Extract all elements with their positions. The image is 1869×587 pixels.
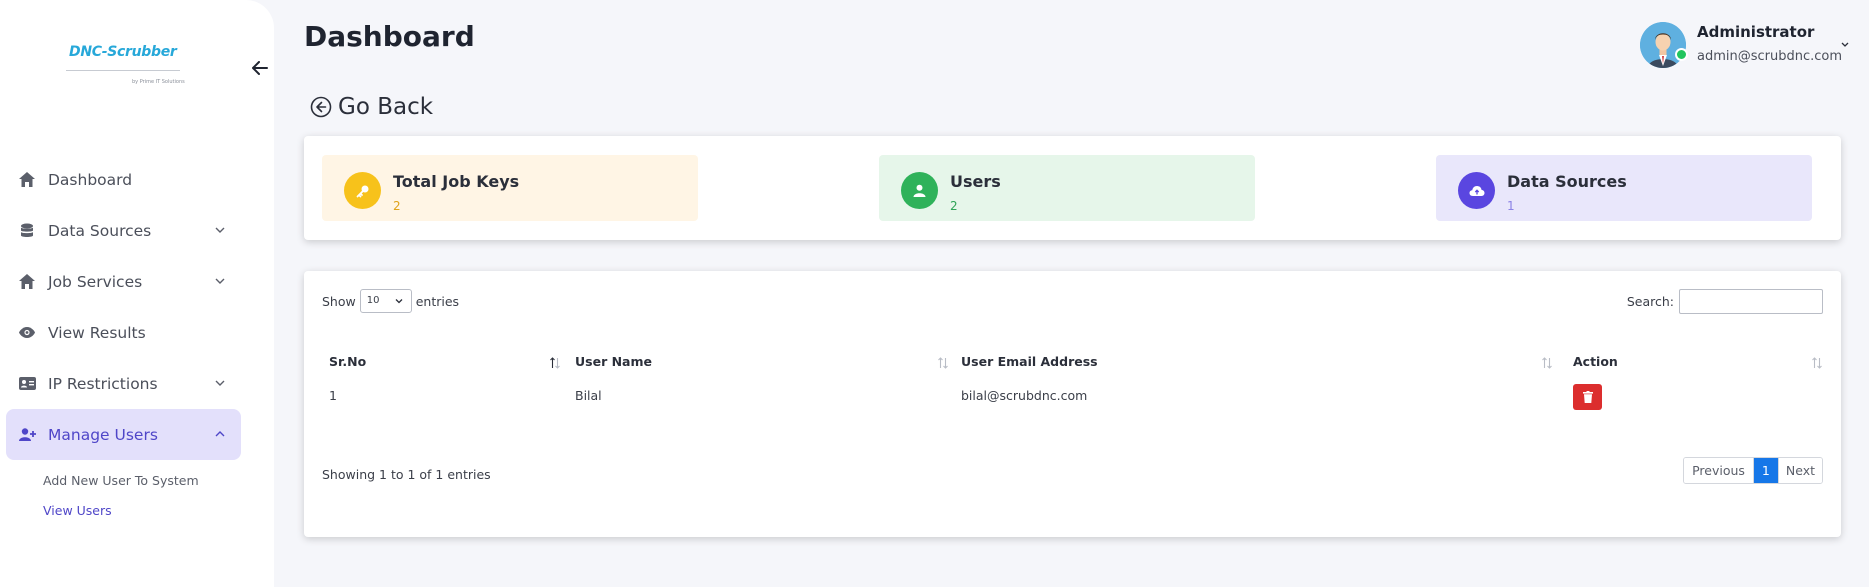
- column-header-user-name[interactable]: User Name: [568, 351, 950, 379]
- sort-icon: [938, 357, 948, 369]
- eye-icon: [18, 324, 36, 342]
- sort-icon: [1542, 357, 1552, 369]
- user-name: Administrator: [1697, 23, 1815, 41]
- sidebar-item-manage-users[interactable]: Manage Users: [6, 409, 241, 460]
- previous-page-button[interactable]: Previous: [1684, 458, 1754, 483]
- search-label: Search:: [1626, 294, 1674, 309]
- stats-card: Total Job Keys 2 Users 2 Data Sources 1: [304, 136, 1841, 240]
- sidebar-item-dashboard[interactable]: Dashboard: [6, 154, 241, 205]
- sidebar-item-label: View Results: [48, 323, 146, 342]
- page-1-button[interactable]: 1: [1753, 458, 1778, 483]
- user-email: admin@scrubdnc.com: [1697, 49, 1843, 64]
- sidebar-item-label: Dashboard: [48, 170, 133, 189]
- cell-user-email: bilal@scrubdnc.com: [961, 388, 1088, 403]
- logo: DNC-Scrubber by Prime IT Solutions: [66, 44, 185, 90]
- show-entries: Show 10 entries: [322, 289, 459, 313]
- show-label: Show: [322, 293, 356, 309]
- id-card-icon: [18, 375, 36, 393]
- database-icon: [18, 222, 36, 240]
- table-header: Sr.No User Name User Email Address Actio…: [322, 351, 1824, 379]
- sort-icon: [550, 357, 560, 369]
- stat-value: 1: [1507, 199, 1515, 213]
- sidebar-subitem-add-new-user[interactable]: Add New User To System: [43, 466, 241, 496]
- table-info: Showing 1 to 1 of 1 entries: [322, 467, 491, 482]
- user-plus-icon: [18, 426, 36, 444]
- cell-action: [1566, 379, 1626, 415]
- page-size-select[interactable]: 10: [359, 289, 412, 313]
- sidebar-item-label: Job Services: [48, 272, 143, 291]
- logo-text: DNC-Scrubber: [69, 44, 177, 60]
- cell-sr-no: 1: [329, 388, 337, 403]
- go-back-link[interactable]: Go Back: [310, 92, 433, 122]
- sidebar-item-label: IP Restrictions: [48, 374, 158, 393]
- pagination: Previous 1 Next: [1683, 457, 1823, 484]
- table-row: 1 Bilal bilal@scrubdnc.com: [322, 379, 1824, 415]
- sidebar-item-ip-restrictions[interactable]: IP Restrictions: [6, 358, 241, 409]
- logo-subtitle: by Prime IT Solutions: [132, 79, 185, 85]
- column-header-user-email[interactable]: User Email Address: [954, 351, 1554, 379]
- entries-label: entries: [415, 293, 460, 309]
- logo-divider: [66, 70, 180, 71]
- user-menu[interactable]: Administrator admin@scrubdnc.com: [1640, 20, 1865, 70]
- chevron-down-icon: [213, 376, 227, 390]
- stat-value: 2: [393, 199, 401, 213]
- collapse-sidebar-arrow-icon[interactable]: [250, 58, 270, 78]
- user-icon: [901, 172, 938, 209]
- cloud-upload-icon: [1458, 172, 1495, 209]
- manage-users-submenu: Add New User To System View Users: [6, 466, 241, 526]
- go-back-label: Go Back: [338, 94, 434, 120]
- stat-users: Users 2: [879, 155, 1255, 221]
- home-icon: [18, 171, 36, 189]
- sidebar-subitem-view-users[interactable]: View Users: [43, 496, 241, 526]
- sidebar-item-label: Data Sources: [48, 221, 152, 240]
- page-size-value: 10: [366, 295, 380, 306]
- stat-total-job-keys: Total Job Keys 2: [322, 155, 698, 221]
- table-search: Search:: [1627, 289, 1823, 314]
- search-input[interactable]: [1679, 289, 1823, 314]
- sidebar-item-job-services[interactable]: Job Services: [6, 256, 241, 307]
- column-label: User Name: [575, 354, 652, 369]
- chevron-up-icon: [213, 427, 227, 441]
- sidebar-item-view-results[interactable]: View Results: [6, 307, 241, 358]
- sidebar-item-label: Manage Users: [48, 425, 158, 444]
- sort-icon: [1812, 357, 1822, 369]
- sidebar: DNC-Scrubber by Prime IT Solutions Dashb…: [0, 0, 274, 587]
- cell-user-name: Bilal: [575, 388, 602, 403]
- trash-icon: [1582, 391, 1593, 403]
- chevron-down-icon: [395, 299, 403, 304]
- column-header-action[interactable]: Action: [1566, 351, 1824, 379]
- key-icon: [344, 172, 381, 209]
- delete-button[interactable]: [1573, 384, 1602, 410]
- chevron-down-icon: [213, 274, 227, 288]
- stat-title: Users: [950, 172, 1001, 191]
- online-status-dot: [1675, 48, 1688, 61]
- arrow-circle-left-icon: [310, 96, 332, 118]
- sidebar-nav: Dashboard Data Sources Job Services View…: [6, 154, 241, 526]
- chevron-down-icon[interactable]: [1838, 37, 1852, 51]
- home-icon: [18, 273, 36, 291]
- column-label: Action: [1573, 354, 1618, 369]
- sidebar-item-data-sources[interactable]: Data Sources: [6, 205, 241, 256]
- stat-title: Data Sources: [1507, 172, 1627, 191]
- column-label: User Email Address: [961, 354, 1098, 369]
- next-page-button[interactable]: Next: [1777, 458, 1822, 483]
- stat-data-sources: Data Sources 1: [1436, 155, 1812, 221]
- column-label: Sr.No: [329, 354, 367, 369]
- avatar: [1640, 22, 1686, 68]
- page-title: Dashboard: [304, 20, 475, 53]
- users-table-card: Show 10 entries Search: Sr.No User Name …: [304, 271, 1841, 537]
- stat-title: Total Job Keys: [393, 172, 520, 191]
- column-header-sr-no[interactable]: Sr.No: [322, 351, 562, 379]
- stat-value: 2: [950, 199, 958, 213]
- chevron-down-icon: [213, 223, 227, 237]
